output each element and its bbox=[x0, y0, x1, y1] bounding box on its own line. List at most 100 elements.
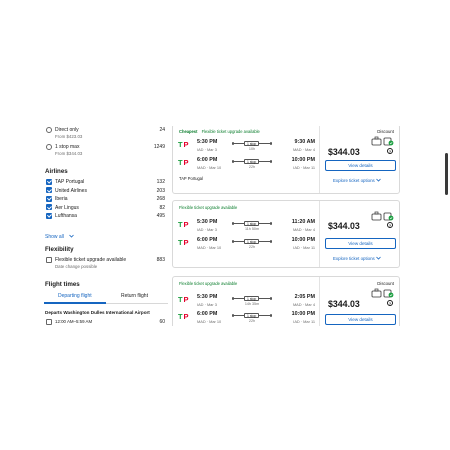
arrival-airport: MAD · Mar 4 bbox=[292, 301, 315, 307]
checked-bag-icon bbox=[383, 137, 394, 146]
airline-filter-united[interactable]: United Airlines 203 bbox=[44, 187, 168, 196]
stops-option-1-stop[interactable]: 1 stop max From $344.03 1249 bbox=[44, 143, 168, 157]
checkbox-icon[interactable] bbox=[46, 178, 52, 185]
checkbox-icon[interactable] bbox=[46, 318, 52, 325]
flight-result-card[interactable]: Flexible ticket upgrade available TP 5:3… bbox=[172, 200, 400, 268]
tap-logo-icon: TP bbox=[178, 220, 189, 228]
stops-option-direct[interactable]: Direct only From $423.03 24 bbox=[44, 126, 168, 140]
carry-on-bag-icon bbox=[371, 136, 382, 146]
result-badges: Flexible ticket upgrade available bbox=[179, 205, 237, 210]
airline-label: Iberia bbox=[55, 196, 68, 203]
checkbox-icon[interactable] bbox=[46, 212, 52, 219]
info-icon[interactable]: ? bbox=[387, 300, 393, 306]
stops-pill: 1 stop bbox=[244, 141, 260, 146]
return-leg: TP 6:00 PM MAD · Mar 10 1 stop 22h 10:00… bbox=[177, 156, 319, 176]
departure-time: 5:30 PM bbox=[197, 219, 218, 225]
flex-option-sub: Date change possible bbox=[55, 263, 98, 269]
stops-option-count: 1249 bbox=[153, 144, 165, 150]
arrival-time: 9:30 AM bbox=[294, 139, 315, 145]
flex-upgrade-filter[interactable]: Flexible ticket upgrade available Date c… bbox=[44, 256, 168, 270]
stops-pill: 1 stop bbox=[244, 159, 260, 164]
airline-count: 495 bbox=[156, 213, 165, 220]
flight-result-card[interactable]: Flexible ticket upgrade available TP 5:3… bbox=[172, 276, 400, 326]
airline-count: 132 bbox=[156, 179, 165, 185]
view-details-button[interactable]: View details bbox=[325, 160, 396, 171]
tab-departing-flight[interactable]: Departing flight bbox=[58, 293, 92, 299]
route-end-dot bbox=[269, 297, 272, 300]
info-icon[interactable]: ? bbox=[387, 222, 393, 228]
time-range-count: 60 bbox=[159, 319, 165, 325]
stops-option-price: From $423.03 bbox=[55, 133, 83, 139]
route-line: 1 stop 22h bbox=[232, 313, 272, 323]
flex-badge: Flexible ticket upgrade available bbox=[201, 129, 260, 134]
airline-filter-iberia[interactable]: Iberia 268 bbox=[44, 195, 168, 204]
svg-text:T: T bbox=[178, 140, 183, 148]
price: $344.03 bbox=[328, 299, 360, 309]
airlines-title: Airlines bbox=[45, 168, 68, 175]
arrival-airport: IAD · Mar 11 bbox=[293, 244, 315, 250]
flexibility-title: Flexibility bbox=[45, 246, 74, 253]
show-all-airlines-link[interactable]: Show all bbox=[45, 225, 75, 243]
checkbox-icon[interactable] bbox=[46, 187, 52, 194]
departure-airport: MAD · Mar 10 bbox=[197, 164, 222, 170]
info-icon[interactable]: ? bbox=[387, 148, 393, 154]
departure-time: 6:00 PM bbox=[197, 311, 218, 317]
airline-label: United Airlines bbox=[55, 187, 87, 194]
explore-ticket-options-link[interactable]: Explore ticket options bbox=[333, 178, 381, 183]
itinerary-section: Cheapest Flexible ticket upgrade availab… bbox=[173, 126, 319, 193]
carry-on-bag-icon bbox=[371, 211, 382, 221]
baggage-icons bbox=[371, 288, 394, 298]
price-section: Discount $344.03 ? View details Explore … bbox=[319, 126, 401, 193]
svg-text:P: P bbox=[184, 312, 189, 320]
route-line: 1 stop 11h 50m bbox=[232, 221, 272, 231]
active-tab-indicator bbox=[44, 302, 106, 304]
airline-count: 268 bbox=[156, 196, 165, 203]
tap-logo-icon: TP bbox=[178, 295, 189, 303]
route-line: 1 stop 10h bbox=[232, 141, 272, 151]
checkbox-icon[interactable] bbox=[46, 195, 52, 202]
price: $344.03 bbox=[328, 221, 360, 231]
airline-filter-lufthansa[interactable]: Lufthansa 495 bbox=[44, 212, 168, 221]
radio-icon[interactable] bbox=[46, 144, 52, 150]
flex-badge: Flexible ticket upgrade available bbox=[179, 205, 238, 210]
airline-filter-aer-lingus[interactable]: Aer Lingus 82 bbox=[44, 204, 168, 213]
view-details-button[interactable]: View details bbox=[325, 314, 396, 325]
departs-airport-label: Departs Washington Dulles International … bbox=[45, 310, 150, 315]
stops-option-count: 24 bbox=[159, 127, 165, 133]
tab-return-flight[interactable]: Return flight bbox=[121, 293, 148, 299]
flight-times-tabs: Departing flight Return flight bbox=[44, 290, 168, 304]
outbound-leg: TP 5:30 PM IAD · Mar 3 1 stop 10h 9:30 A… bbox=[177, 138, 319, 158]
scrollbar-thumb[interactable] bbox=[445, 153, 448, 195]
result-badges: Cheapest Flexible ticket upgrade availab… bbox=[179, 129, 260, 134]
stops-option-price: From $344.03 bbox=[55, 150, 83, 156]
checkbox-icon[interactable] bbox=[46, 204, 52, 211]
results-list: Cheapest Flexible ticket upgrade availab… bbox=[172, 126, 400, 326]
airline-filter-tap[interactable]: TAP Portugal 132 bbox=[44, 178, 168, 187]
flex-option-count: 883 bbox=[156, 257, 165, 263]
tap-logo-icon: TP bbox=[178, 312, 189, 320]
flight-duration: 22h bbox=[248, 318, 256, 323]
price-section: Discount $344.03 ? View details bbox=[319, 277, 401, 326]
view-details-button[interactable]: View details bbox=[325, 238, 396, 249]
arrival-time: 2:05 PM bbox=[294, 294, 315, 300]
radio-icon[interactable] bbox=[46, 127, 52, 133]
departure-time: 6:00 PM bbox=[197, 157, 218, 163]
chevron-down-icon bbox=[376, 178, 381, 182]
stops-option-label: 1 stop max bbox=[55, 144, 80, 150]
page-scrollbar[interactable] bbox=[444, 126, 450, 326]
time-range-filter[interactable]: 12:00 AM–5:59 AM 60 bbox=[44, 318, 168, 326]
flex-option-label: Flexible ticket upgrade available bbox=[55, 257, 127, 263]
route-end-dot bbox=[269, 222, 272, 225]
svg-text:T: T bbox=[178, 312, 183, 320]
checkbox-icon[interactable] bbox=[46, 256, 52, 263]
svg-text:T: T bbox=[178, 295, 183, 303]
tap-logo-icon: TP bbox=[178, 238, 189, 246]
carry-on-bag-icon bbox=[371, 288, 382, 298]
stops-option-label: Direct only bbox=[55, 127, 79, 133]
flight-result-card[interactable]: Cheapest Flexible ticket upgrade availab… bbox=[172, 126, 400, 194]
explore-ticket-options-link[interactable]: Explore ticket options bbox=[333, 256, 381, 261]
price: $344.03 bbox=[328, 147, 360, 157]
route-line: 1 stop 14h 35m bbox=[232, 296, 272, 306]
price-section: $344.03 ? View details Explore ticket op… bbox=[319, 201, 401, 267]
flight-duration: 14h 35m bbox=[244, 301, 260, 306]
